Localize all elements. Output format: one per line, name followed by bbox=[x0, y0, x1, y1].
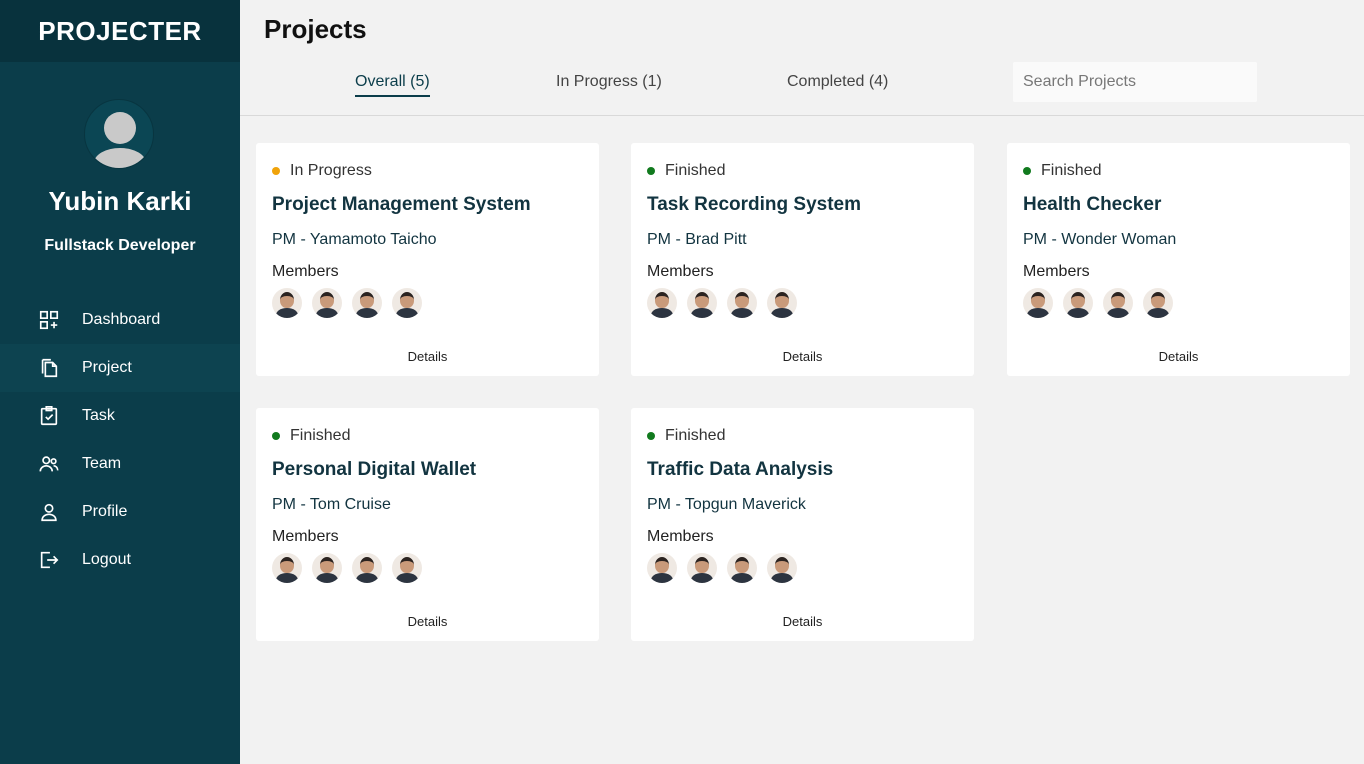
member-avatar[interactable] bbox=[687, 288, 717, 318]
project-title: Project Management System bbox=[272, 194, 531, 215]
member-avatar[interactable] bbox=[392, 553, 422, 583]
page-title: Projects bbox=[264, 14, 367, 44]
sidebar-item-profile[interactable]: Profile bbox=[0, 488, 240, 536]
member-avatar[interactable] bbox=[392, 288, 422, 318]
members-label: Members bbox=[272, 528, 339, 545]
members-label: Members bbox=[647, 263, 714, 280]
user-role: Fullstack Developer bbox=[44, 237, 196, 254]
member-avatar[interactable] bbox=[687, 553, 717, 583]
project-manager: PM - Wonder Woman bbox=[1023, 231, 1177, 248]
sidebar-item-task[interactable]: Task bbox=[0, 392, 240, 440]
user-icon bbox=[38, 501, 60, 523]
member-avatar[interactable] bbox=[1063, 288, 1093, 318]
project-manager: PM - Tom Cruise bbox=[272, 496, 391, 513]
member-avatar[interactable] bbox=[647, 553, 677, 583]
project-title: Personal Digital Wallet bbox=[272, 459, 477, 480]
project-card: In Progress Project Management System PM… bbox=[256, 143, 599, 376]
sidebar: PROJECTER Yubin Karki Fullstack Develope… bbox=[0, 0, 240, 764]
search-input[interactable] bbox=[1013, 62, 1257, 102]
members-label: Members bbox=[272, 263, 339, 280]
details-button[interactable]: Details bbox=[256, 614, 599, 629]
sidebar-item-label: Task bbox=[82, 407, 115, 424]
project-tabs: Overall (5) In Progress (1) Completed (4… bbox=[240, 60, 1364, 116]
member-avatar[interactable] bbox=[352, 553, 382, 583]
sidebar-item-dashboard[interactable]: Dashboard bbox=[0, 296, 240, 344]
sidebar-item-label: Dashboard bbox=[82, 311, 161, 328]
user-name: Yubin Karki bbox=[48, 186, 192, 216]
members-label: Members bbox=[647, 528, 714, 545]
clipboard-check-icon bbox=[38, 405, 60, 427]
member-avatar[interactable] bbox=[727, 553, 757, 583]
status-badge: In Progress bbox=[272, 162, 372, 180]
sidebar-item-label: Profile bbox=[82, 503, 128, 520]
member-avatars bbox=[272, 553, 432, 583]
app-brand: PROJECTER bbox=[0, 0, 240, 62]
members-label: Members bbox=[1023, 263, 1090, 280]
sidebar-item-label: Logout bbox=[82, 551, 131, 568]
project-title: Task Recording System bbox=[647, 194, 862, 215]
sidebar-nav: Dashboard Project Task Team Profile Logo… bbox=[0, 296, 240, 584]
status-badge: Finished bbox=[647, 162, 725, 180]
member-avatar[interactable] bbox=[767, 553, 797, 583]
project-manager: PM - Topgun Maverick bbox=[647, 496, 806, 513]
tab-completed[interactable]: Completed (4) bbox=[787, 73, 888, 95]
project-card: Finished Task Recording System PM - Brad… bbox=[631, 143, 974, 376]
member-avatar[interactable] bbox=[312, 288, 342, 318]
member-avatars bbox=[1023, 288, 1183, 318]
member-avatars bbox=[647, 288, 807, 318]
member-avatar[interactable] bbox=[1103, 288, 1133, 318]
project-title: Traffic Data Analysis bbox=[647, 459, 834, 480]
status-dot-icon bbox=[272, 432, 280, 440]
dashboard-icon bbox=[38, 309, 60, 331]
member-avatar[interactable] bbox=[352, 288, 382, 318]
project-card: Finished Traffic Data Analysis PM - Topg… bbox=[631, 408, 974, 641]
status-dot-icon bbox=[272, 167, 280, 175]
member-avatar[interactable] bbox=[647, 288, 677, 318]
tab-overall[interactable]: Overall (5) bbox=[355, 73, 430, 97]
status-badge: Finished bbox=[272, 427, 350, 445]
sidebar-item-label: Team bbox=[82, 455, 122, 472]
member-avatar[interactable] bbox=[1143, 288, 1173, 318]
project-title: Health Checker bbox=[1023, 194, 1162, 215]
sidebar-item-label: Project bbox=[82, 359, 132, 376]
sidebar-item-logout[interactable]: Logout bbox=[0, 536, 240, 584]
member-avatar[interactable] bbox=[272, 553, 302, 583]
details-button[interactable]: Details bbox=[631, 349, 974, 364]
member-avatar[interactable] bbox=[312, 553, 342, 583]
tab-in-progress[interactable]: In Progress (1) bbox=[556, 73, 662, 95]
details-button[interactable]: Details bbox=[256, 349, 599, 364]
status-badge: Finished bbox=[647, 427, 725, 445]
details-button[interactable]: Details bbox=[631, 614, 974, 629]
status-dot-icon bbox=[1023, 167, 1031, 175]
avatar bbox=[84, 99, 154, 169]
member-avatar[interactable] bbox=[272, 288, 302, 318]
member-avatars bbox=[647, 553, 807, 583]
status-dot-icon bbox=[647, 167, 655, 175]
logout-icon bbox=[38, 549, 60, 571]
project-card: Finished Personal Digital Wallet PM - To… bbox=[256, 408, 599, 641]
details-button[interactable]: Details bbox=[1007, 349, 1350, 364]
status-badge: Finished bbox=[1023, 162, 1101, 180]
sidebar-item-project[interactable]: Project bbox=[0, 344, 240, 392]
status-dot-icon bbox=[647, 432, 655, 440]
member-avatar[interactable] bbox=[1023, 288, 1053, 318]
document-icon bbox=[38, 357, 60, 379]
member-avatar[interactable] bbox=[727, 288, 757, 318]
sidebar-item-team[interactable]: Team bbox=[0, 440, 240, 488]
member-avatars bbox=[272, 288, 432, 318]
project-manager: PM - Yamamoto Taicho bbox=[272, 231, 437, 248]
team-icon bbox=[38, 453, 60, 475]
project-manager: PM - Brad Pitt bbox=[647, 231, 747, 248]
main-content: Projects Overall (5) In Progress (1) Com… bbox=[240, 0, 1364, 764]
member-avatar[interactable] bbox=[767, 288, 797, 318]
project-card: Finished Health Checker PM - Wonder Woma… bbox=[1007, 143, 1350, 376]
